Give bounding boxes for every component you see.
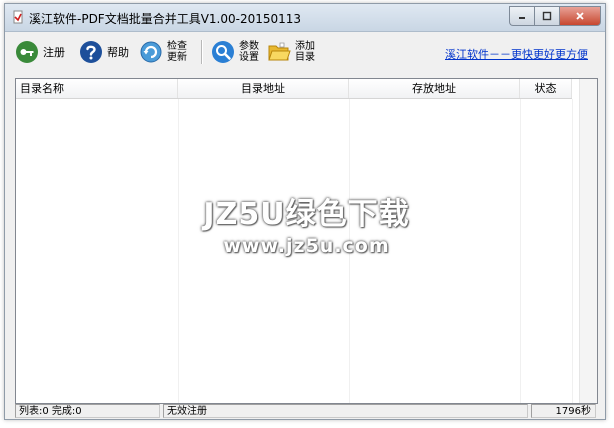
vertical-scrollbar[interactable] (579, 79, 597, 403)
toolbar: 注册 帮助 检查更新 参数设置 添加目录 溪江软件－－更快更好更方便 (5, 32, 605, 72)
window-controls (509, 6, 601, 26)
help-label: 帮助 (107, 46, 129, 59)
minimize-button[interactable] (509, 6, 534, 26)
title-bar: 溪江软件-PDF文档批量合并工具V1.00-20150113 (5, 4, 605, 32)
status-bar: 列表:0 完成:0 无效注册 1796秒 (15, 404, 596, 418)
column-divider (349, 99, 350, 403)
check-update-button[interactable]: 检查更新 (139, 38, 191, 66)
column-header-save-path[interactable]: 存放地址 (349, 79, 520, 98)
add-directory-label: 添加目录 (295, 41, 315, 63)
list-header: 目录名称 目录地址 存放地址 状态 (16, 79, 572, 99)
help-icon (80, 41, 102, 63)
update-icon (140, 41, 162, 63)
app-window: 溪江软件-PDF文档批量合并工具V1.00-20150113 注册 帮助 检查更… (4, 3, 606, 420)
toolbar-separator (201, 40, 203, 64)
column-header-status[interactable]: 状态 (520, 79, 572, 98)
watermark-url: www.jz5u.com (223, 235, 390, 257)
watermark: JZ5U绿色下载 www.jz5u.com (16, 189, 597, 257)
help-button[interactable]: 帮助 (79, 38, 129, 66)
key-icon (16, 41, 38, 63)
column-header-dir-path[interactable]: 目录地址 (178, 79, 349, 98)
add-directory-button[interactable]: 添加目录 (267, 38, 319, 66)
register-button[interactable]: 注册 (15, 38, 65, 66)
website-link[interactable]: 溪江软件－－更快更好更方便 (445, 46, 588, 62)
column-header-dir-name[interactable]: 目录名称 (16, 79, 178, 98)
settings-button[interactable]: 参数设置 (211, 38, 263, 66)
check-update-label: 检查更新 (167, 41, 187, 63)
status-counts: 列表:0 完成:0 (15, 404, 160, 418)
column-divider (178, 99, 179, 403)
column-divider (520, 99, 521, 403)
folder-icon (268, 42, 291, 61)
app-icon (13, 10, 23, 24)
maximize-button[interactable] (534, 6, 559, 26)
close-icon (576, 12, 584, 20)
watermark-title: JZ5U绿色下载 (203, 197, 410, 232)
settings-label: 参数设置 (239, 41, 259, 63)
directory-list[interactable]: 目录名称 目录地址 存放地址 状态 JZ5U绿色下载 www.jz5u.com (15, 78, 598, 404)
register-label: 注册 (43, 46, 65, 59)
status-timer: 1796秒 (531, 404, 596, 418)
settings-icon (212, 41, 234, 63)
window-title: 溪江软件-PDF文档批量合并工具V1.00-20150113 (29, 12, 302, 26)
minimize-icon (519, 17, 525, 19)
close-button[interactable] (559, 6, 601, 26)
status-registration: 无效注册 (163, 404, 528, 418)
maximize-icon (542, 11, 552, 21)
column-divider (572, 99, 573, 403)
